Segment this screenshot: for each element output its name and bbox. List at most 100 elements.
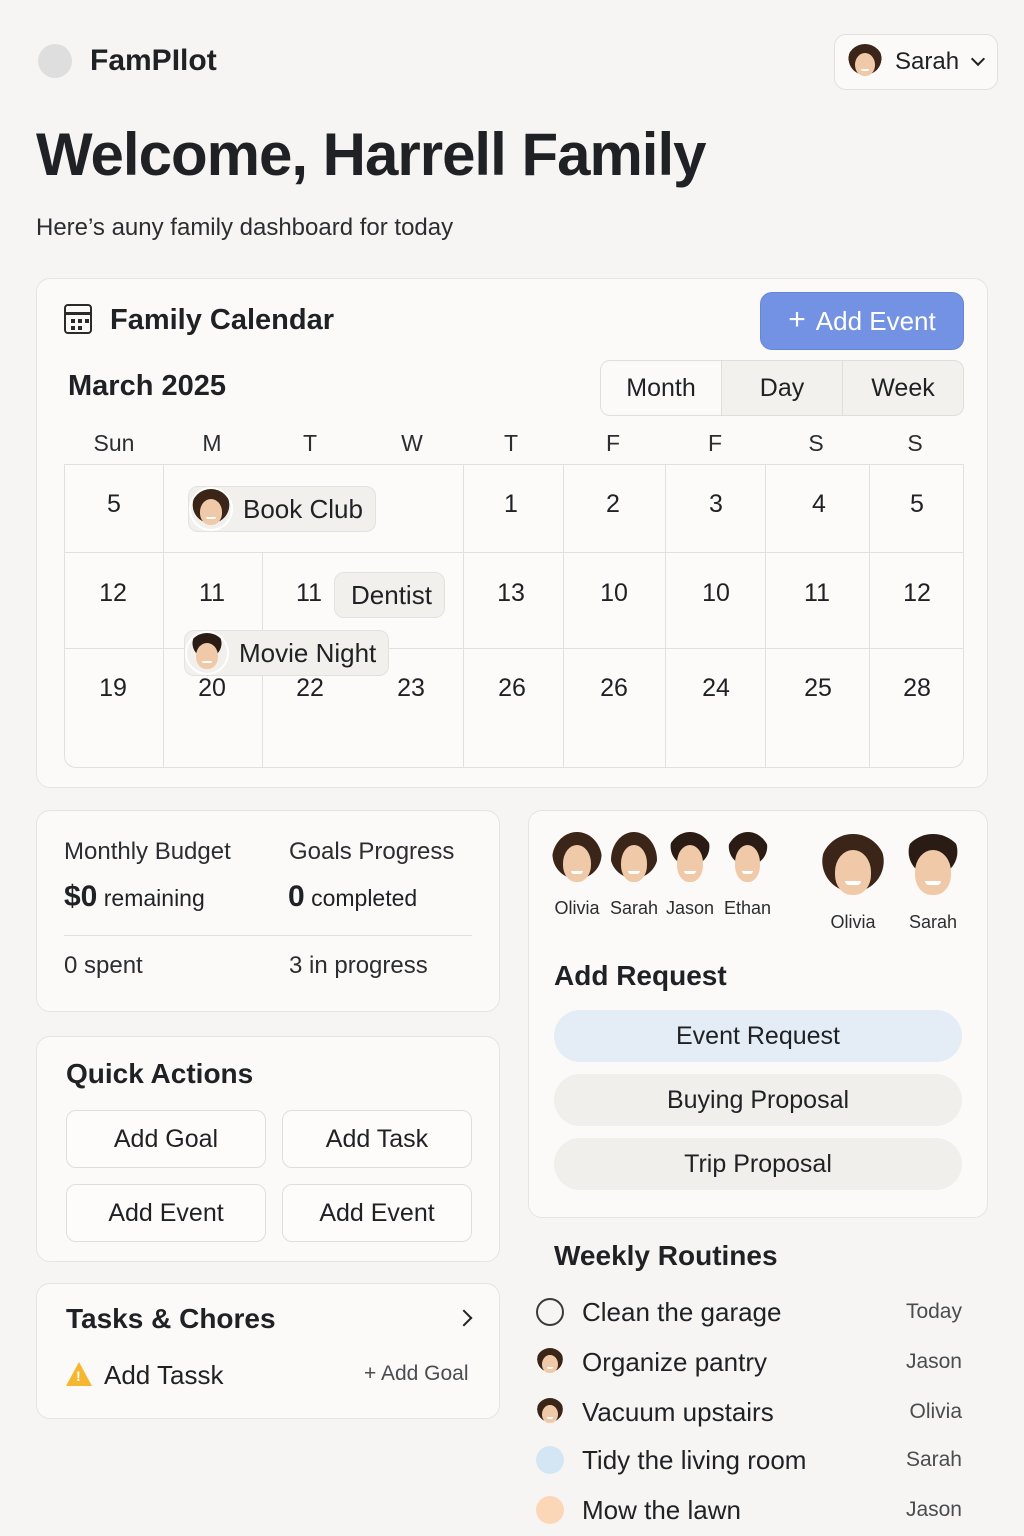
event-avatar — [189, 487, 233, 531]
routine-assignee: Today — [905, 1300, 962, 1323]
member-olivia[interactable]: Olivia — [552, 832, 602, 919]
routine-name: Organize pantry — [582, 1346, 767, 1377]
member-name: Olivia — [554, 898, 600, 918]
event-dentist[interactable]: Dentist — [334, 572, 445, 618]
add-task-button[interactable]: Add Task — [282, 1110, 472, 1168]
budget-suffix: remaining — [103, 885, 205, 911]
calendar-day[interactable]: 4 — [789, 490, 849, 519]
event-movie-night[interactable]: Movie Night — [184, 630, 390, 676]
assignee-avatar — [536, 1398, 564, 1426]
chevron-down-icon — [970, 51, 986, 67]
tasks-title: Tasks & Chores — [66, 1303, 276, 1334]
status-dot-icon — [536, 1446, 564, 1474]
member-name: Olivia — [830, 912, 876, 932]
calendar-day[interactable]: 5 — [887, 490, 947, 519]
buying-proposal-button[interactable]: Buying Proposal — [554, 1074, 962, 1126]
app-logo — [38, 44, 72, 78]
event-avatar — [185, 631, 229, 675]
warning-icon — [66, 1362, 92, 1386]
calendar-day[interactable]: 12 — [83, 579, 143, 608]
view-switcher: Month Day Week — [600, 360, 964, 416]
weekly-routines-title: Weekly Routines — [554, 1240, 778, 1271]
calendar-day[interactable]: 11 — [182, 579, 242, 608]
calendar-day[interactable]: 19 — [83, 674, 143, 703]
grid-line — [765, 464, 766, 768]
calendar-day[interactable]: 12 — [887, 579, 947, 608]
member-avatar — [820, 834, 886, 902]
calendar-title: Family Calendar — [110, 304, 335, 336]
calendar-day[interactable]: 24 — [686, 674, 746, 703]
assignee-avatar — [536, 1348, 564, 1376]
add-goal-link[interactable]: + Add Goal — [364, 1362, 469, 1386]
routine-name: Mow the lawn — [582, 1494, 741, 1525]
trip-proposal-button[interactable]: Trip Proposal — [554, 1138, 962, 1190]
calendar-icon — [64, 304, 92, 334]
view-week-tab[interactable]: Week — [842, 361, 963, 415]
member-ethan[interactable]: Ethan — [724, 832, 771, 919]
add-request-title: Add Request — [554, 960, 727, 991]
calendar-day[interactable]: 10 — [584, 579, 644, 608]
calendar-day[interactable]: 5 — [84, 490, 144, 519]
calendar-day[interactable]: 11 — [787, 579, 847, 608]
member-name: Sarah — [908, 912, 958, 932]
add-event-quick-button[interactable]: Add Event — [282, 1184, 472, 1242]
routine-item[interactable]: Organize pantry Jason — [536, 1342, 962, 1382]
weekday-header: T — [302, 430, 318, 456]
budget-spent: 0 spent — [64, 952, 143, 979]
routine-name: Vacuum upstairs — [582, 1396, 774, 1427]
divider — [64, 935, 472, 936]
page-subtitle: Here’s auny family dashboard for today — [36, 214, 454, 241]
event-book-club[interactable]: Book Club — [188, 486, 376, 532]
grid-line — [64, 552, 964, 553]
weekday-header: S — [907, 430, 923, 456]
calendar-day[interactable]: 10 — [686, 579, 746, 608]
task-item[interactable]: Add Tassk — [104, 1360, 223, 1391]
grid-line — [665, 464, 666, 768]
view-month-tab[interactable]: Month — [601, 361, 721, 415]
routine-item[interactable]: Tidy the living room Sarah — [536, 1440, 962, 1480]
goals-suffix: completed — [311, 885, 418, 911]
add-goal-button[interactable]: Add Goal — [66, 1110, 266, 1168]
budget-amount: $0 — [64, 880, 98, 913]
view-day-tab[interactable]: Day — [721, 361, 842, 415]
member-olivia-large[interactable]: Olivia — [820, 834, 886, 933]
calendar-day[interactable]: 3 — [686, 490, 746, 519]
weekday-header: Sun — [93, 430, 135, 456]
calendar-day[interactable]: 23 — [381, 674, 441, 703]
weekday-header: W — [401, 430, 423, 456]
event-request-button[interactable]: Event Request — [554, 1010, 962, 1062]
goals-count: 0 — [288, 880, 305, 913]
member-avatar — [611, 832, 658, 888]
grid-line — [463, 464, 464, 768]
user-avatar — [847, 44, 883, 80]
calendar-day[interactable]: 1 — [481, 490, 541, 519]
weekday-header: S — [808, 430, 824, 456]
calendar-day[interactable]: 25 — [788, 674, 848, 703]
weekday-header: F — [605, 430, 621, 456]
member-jason[interactable]: Jason — [666, 832, 714, 919]
member-sarah-large[interactable]: Sarah — [900, 834, 966, 933]
calendar-day[interactable]: 26 — [584, 674, 644, 703]
calendar-day[interactable]: 26 — [482, 674, 542, 703]
user-menu-button[interactable]: Sarah — [834, 34, 998, 90]
routine-item[interactable]: Clean the garage Today — [536, 1292, 962, 1332]
member-avatar — [552, 832, 602, 888]
budget-remaining: $0 remaining — [64, 880, 205, 914]
add-event-quick-button[interactable]: Add Event — [66, 1184, 266, 1242]
calendar-day[interactable]: 22 — [280, 674, 340, 703]
routine-item[interactable]: Mow the lawn Jason — [536, 1490, 962, 1530]
add-event-button[interactable]: + Add Event — [760, 292, 964, 350]
calendar-day[interactable]: 20 — [182, 674, 242, 703]
calendar-day[interactable]: 13 — [481, 579, 541, 608]
member-sarah[interactable]: Sarah — [610, 832, 658, 919]
routine-item[interactable]: Vacuum upstairs Olivia — [536, 1392, 962, 1432]
user-name: Sarah — [895, 48, 960, 75]
grid-line — [869, 464, 870, 768]
calendar-day[interactable]: 11 — [279, 579, 339, 608]
calendar-day[interactable]: 2 — [583, 490, 643, 519]
app-name: FamPIlot — [90, 44, 217, 77]
add-event-label: Add Event — [815, 305, 936, 336]
calendar-day[interactable]: 28 — [887, 674, 947, 703]
member-name: Sarah — [610, 898, 659, 918]
checkbox-icon[interactable] — [536, 1298, 564, 1326]
